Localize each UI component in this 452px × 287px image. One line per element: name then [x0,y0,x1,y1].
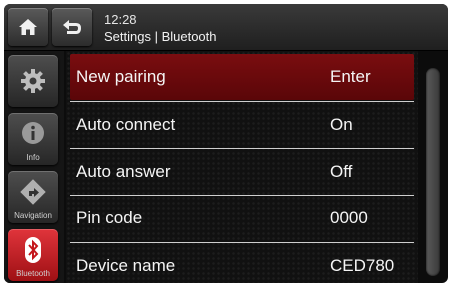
info-icon [22,122,44,144]
back-button[interactable] [52,8,92,46]
home-button[interactable] [8,8,48,46]
row-value: Enter [330,67,371,86]
gear-icon [21,69,45,93]
list-item-auto-answer[interactable]: Auto answer Off [70,149,414,195]
row-label: Device name [76,256,176,275]
navigation-icon [20,179,46,205]
home-icon [19,19,37,35]
row-value: Off [330,162,353,181]
row-value: 0000 [330,208,368,227]
list-item-device-name[interactable]: Device name CED780 [70,243,414,283]
sidebar-item-label: Navigation [14,211,52,220]
back-arrow-icon [63,20,81,34]
bluetooth-settings-screen: 12:28 Settings | Bluetooth Info Navigati… [4,4,448,283]
row-label: Auto answer [76,162,171,181]
sidebar-item-navigation[interactable]: Navigation [8,171,58,223]
sidebar-item-info[interactable]: Info [8,113,58,165]
bluetooth-icon [25,237,41,263]
sidebar-item-label: Info [26,153,40,162]
row-value: CED780 [330,256,395,275]
row-label: Pin code [76,208,143,227]
row-value: On [330,115,353,134]
list-item-auto-connect[interactable]: Auto connect On [70,102,414,148]
breadcrumb: Settings | Bluetooth [104,29,217,44]
header-bar: 12:28 Settings | Bluetooth [4,4,448,51]
sidebar-item-bluetooth[interactable]: Bluetooth [8,229,58,281]
sidebar-item-settings[interactable] [8,55,58,107]
row-label: Auto connect [76,115,176,134]
sidebar: Info Navigation Bluetooth [4,51,64,283]
list-item-pin-code[interactable]: Pin code 0000 [70,195,414,241]
bluetooth-settings-list: New pairing Enter Auto connect On Auto a… [66,51,418,283]
row-label: New pairing [76,67,166,86]
sidebar-item-label: Bluetooth [16,269,50,278]
scrollbar[interactable] [426,68,440,276]
list-item-new-pairing[interactable]: New pairing Enter [70,54,414,100]
clock-time: 12:28 [104,12,137,27]
